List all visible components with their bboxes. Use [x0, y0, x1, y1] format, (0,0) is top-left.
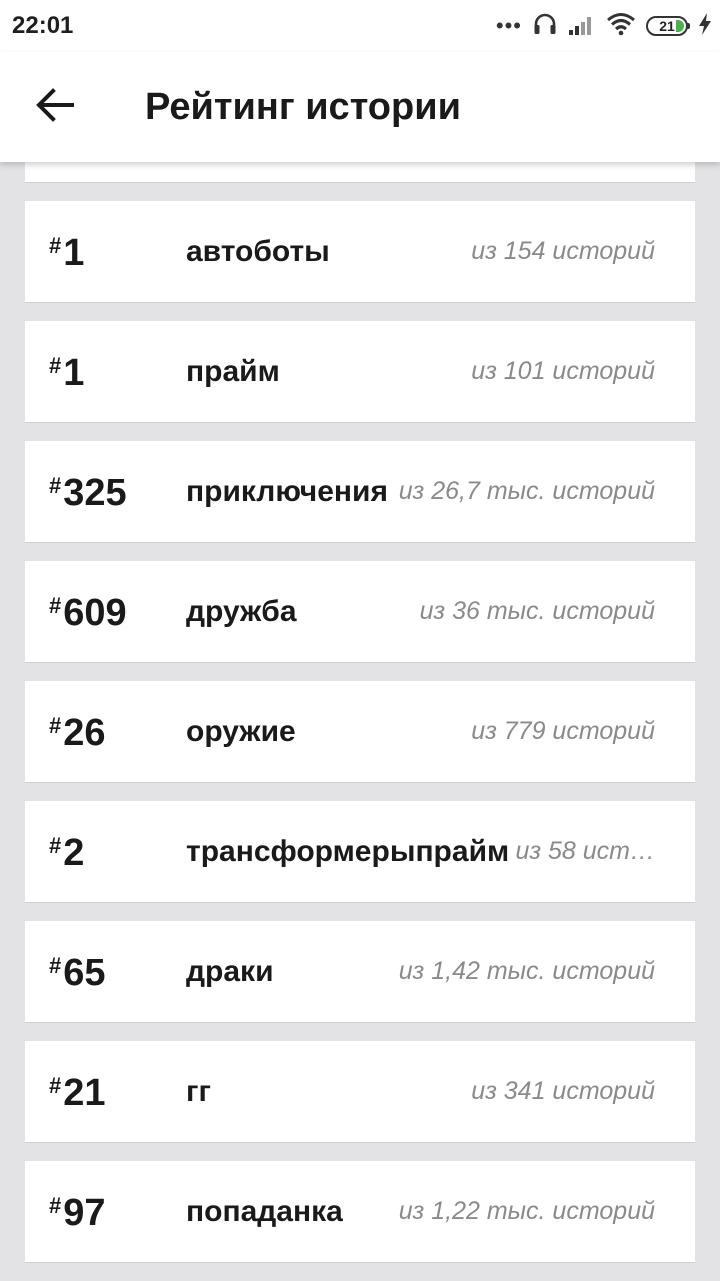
tag-name: трансформерыпрайм	[186, 835, 510, 868]
app-bar: Рейтинг истории	[0, 52, 720, 162]
rank-hash: #	[49, 233, 62, 258]
tag-name: драки	[186, 955, 274, 988]
tag-name: дружба	[186, 595, 297, 628]
battery-level: 21	[659, 18, 675, 34]
tag-name: автоботы	[186, 235, 330, 268]
rank-number: 65	[63, 952, 106, 994]
rank: # 609	[49, 591, 127, 635]
ranking-row[interactable]: # 65 драки из 1,42 тыс. историй	[25, 921, 695, 1023]
rank-number: 325	[63, 472, 127, 514]
tag-name: оружие	[186, 715, 296, 748]
rank-hash: #	[49, 353, 62, 378]
total-stories: из 101 историй	[471, 357, 655, 385]
total-stories: из 26,7 тыс. историй	[398, 477, 655, 505]
rank-number: 2	[63, 832, 85, 874]
rank-hash: #	[49, 1073, 62, 1098]
ranking-row[interactable]: # 26 оружие из 779 историй	[25, 681, 695, 783]
rank-hash: #	[49, 593, 62, 618]
ranking-row[interactable]: # 21 гг из 341 историй	[25, 1041, 695, 1143]
total-stories: из 1,22 тыс. историй	[398, 1197, 655, 1225]
rank-number: 21	[63, 1072, 106, 1114]
page-title: Рейтинг истории	[145, 86, 461, 128]
total-stories: из 36 тыс. историй	[419, 597, 655, 625]
back-button[interactable]	[22, 74, 88, 140]
status-time: 22:01	[12, 12, 74, 39]
rank-hash: #	[49, 833, 62, 858]
rank-hash: #	[49, 1193, 62, 1218]
ranking-list: # 1 автоботы из 154 историй # 1 прайм из…	[25, 201, 695, 1281]
rank: # 1	[49, 351, 84, 395]
rank: # 26	[49, 711, 106, 755]
rank: # 325	[49, 471, 127, 515]
wifi-icon	[606, 12, 636, 41]
tag-name: гг	[186, 1075, 211, 1108]
ranking-row[interactable]: # 97 попаданка из 1,22 тыс. историй	[25, 1161, 695, 1263]
rank: # 21	[49, 1071, 106, 1115]
rank: # 2	[49, 831, 84, 875]
charging-icon	[698, 12, 712, 41]
total-stories: из 154 историй	[471, 237, 655, 265]
total-stories: из 1,42 тыс. историй	[398, 957, 655, 985]
rank: # 65	[49, 951, 106, 995]
total-stories: из 58 ист…	[515, 837, 655, 865]
battery-fill	[676, 20, 684, 32]
total-stories: из 341 историй	[471, 1077, 655, 1105]
ranking-row[interactable]: # 1 прайм из 101 историй	[25, 321, 695, 423]
tag-name: прайм	[186, 355, 280, 388]
more-notifications-icon: •••	[495, 13, 522, 38]
ranking-row[interactable]: # 1 автоботы из 154 историй	[25, 201, 695, 303]
status-icons: ••• 21	[496, 12, 712, 40]
ranking-row[interactable]: # 325 приключения из 26,7 тыс. историй	[25, 441, 695, 543]
rank: # 97	[49, 1191, 106, 1235]
battery-icon: 21	[646, 16, 690, 36]
rank-hash: #	[49, 473, 62, 498]
rank-number: 609	[63, 592, 127, 634]
ranking-row[interactable]: # 2 трансформерыпрайм из 58 ист…	[25, 801, 695, 903]
arrow-back-icon	[36, 87, 74, 127]
rank-hash: #	[49, 713, 62, 738]
tag-name: попаданка	[186, 1195, 343, 1228]
rank-hash: #	[49, 953, 62, 978]
status-bar: 22:01 ••• 21	[0, 0, 720, 52]
rank-number: 26	[63, 712, 106, 754]
rank-number: 97	[63, 1192, 106, 1234]
cellular-signal-icon	[568, 12, 596, 41]
ranking-row[interactable]: # 609 дружба из 36 тыс. историй	[25, 561, 695, 663]
rank-number: 1	[63, 232, 85, 274]
total-stories: из 779 историй	[471, 717, 655, 745]
rank: # 1	[49, 231, 84, 275]
headphones-icon	[532, 11, 558, 42]
rank-number: 1	[63, 352, 85, 394]
tag-name: приключения	[186, 475, 388, 508]
